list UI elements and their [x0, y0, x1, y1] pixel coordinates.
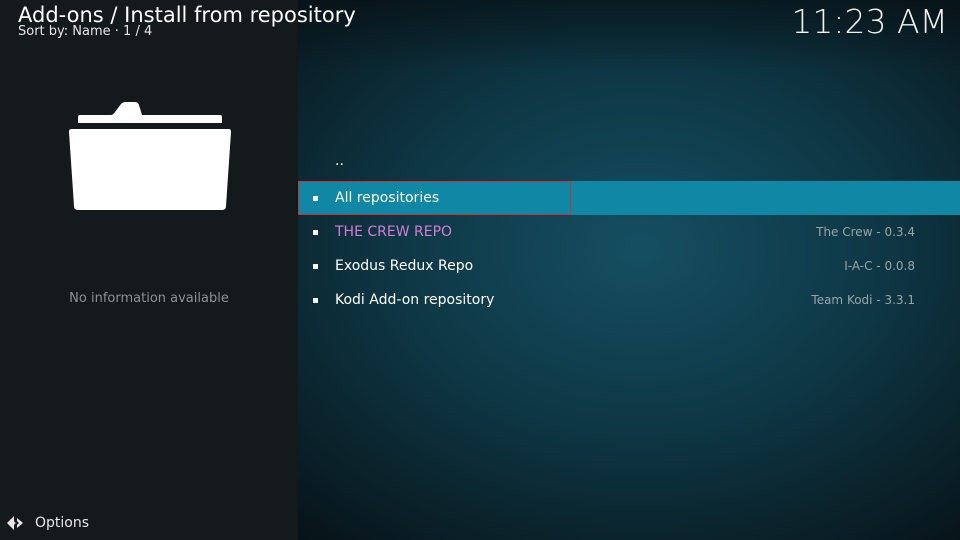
list-item-version: The Crew - 0.3.4: [816, 225, 915, 239]
bullet-icon: [313, 298, 318, 303]
list-item-the-crew-repo[interactable]: THE CREW REPO The Crew - 0.3.4: [298, 215, 960, 249]
list-item-all-repositories[interactable]: All repositories: [298, 181, 960, 215]
list-item-label: Kodi Add-on repository: [335, 292, 495, 308]
clock: 11:23 AM: [791, 2, 948, 41]
list-item-kodi-addon-repository[interactable]: Kodi Add-on repository Team Kodi - 3.3.1: [298, 283, 960, 317]
list-item-label: Exodus Redux Repo: [335, 258, 474, 274]
list-item-version: Team Kodi - 3.3.1: [811, 293, 915, 307]
no-information-text: No information available: [69, 291, 229, 306]
list-item-label: All repositories: [335, 190, 440, 206]
list-item-label: THE CREW REPO: [335, 224, 453, 240]
info-panel: [0, 0, 298, 540]
list-item-parent[interactable]: ..: [298, 147, 960, 181]
bullet-icon: [313, 196, 318, 201]
sort-status: Sort by: Name · 1 / 4: [18, 24, 153, 39]
bullet-icon: [313, 230, 318, 235]
bullet-icon: [313, 264, 318, 269]
list-item-version: I-A-C - 0.0.8: [844, 259, 915, 273]
options-arrows-icon: [7, 516, 23, 530]
options-button[interactable]: Options: [6, 511, 89, 535]
parent-folder-label: ..: [335, 153, 344, 169]
list-item-exodus-redux-repo[interactable]: Exodus Redux Repo I-A-C - 0.0.8: [298, 249, 960, 283]
options-label: Options: [35, 515, 90, 531]
repository-list: .. All repositories THE CREW REPO The Cr…: [298, 147, 960, 317]
folder-icon: [69, 102, 231, 210]
kodi-screen: Add-ons / Install from repository Sort b…: [0, 0, 960, 540]
